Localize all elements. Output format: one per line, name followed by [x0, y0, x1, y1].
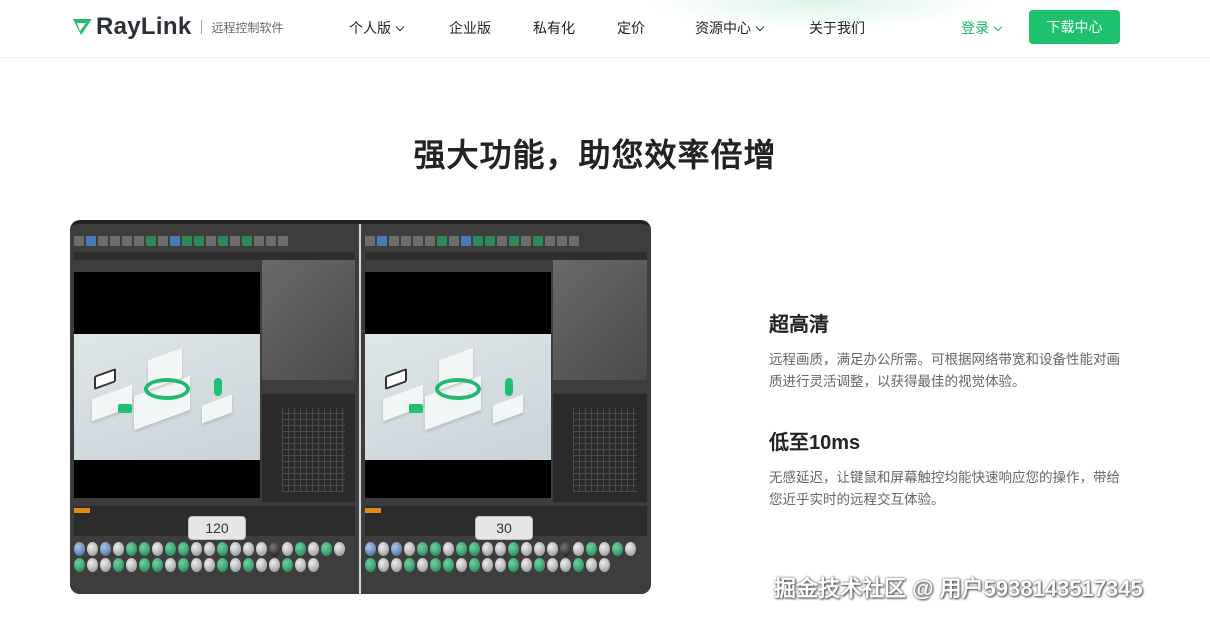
menu-item-label: 关于我们 [809, 20, 865, 36]
logo-separator [201, 20, 203, 34]
chat-icon [409, 404, 423, 413]
menu-item-about[interactable]: 关于我们 [809, 18, 865, 38]
section-heading: 强大功能，助您效率倍增 [413, 137, 777, 173]
menu-item-enterprise[interactable]: 企业版 [449, 18, 491, 38]
render-viewport [74, 272, 260, 498]
feature-desc-hd: 远程画质，满足办公所需。可根据网络带宽和设备性能对画质进行灵活调整，以获得最佳的… [769, 352, 1120, 389]
chat-icon [118, 404, 132, 413]
render-scene [74, 334, 260, 460]
menu-item-label: 私有化 [533, 20, 575, 36]
render-viewport [365, 272, 551, 498]
menu-item-private[interactable]: 私有化 [533, 18, 575, 38]
menu-item-label: 个人版 [349, 20, 391, 36]
laptop-icon [94, 367, 116, 391]
fps-label-right: 30 [475, 516, 533, 540]
fps-label-left: 120 [188, 516, 246, 540]
material-swatches [74, 542, 355, 572]
app-toolbar [365, 236, 647, 248]
feature-title-latency: 低至10ms [769, 432, 861, 454]
login-button[interactable]: 登录 [961, 18, 1003, 38]
comparison-pane-left: 120 [70, 224, 359, 594]
menu-item-label: 资源中心 [695, 20, 751, 36]
comparison-pane-right: 30 [361, 224, 651, 594]
logo-subtitle: 远程控制软件 [211, 20, 284, 35]
app-toolbar [74, 236, 355, 248]
raylink-logo-icon [72, 17, 94, 37]
menu-item-pricing[interactable]: 定价 [617, 18, 645, 38]
key-icon [505, 378, 513, 396]
feature-title-hd: 超高清 [769, 314, 829, 336]
chevron-down-icon [395, 22, 405, 31]
watermark: 掘金技术社区 @ 用户5938143517345 [774, 576, 1143, 601]
menu-item-label: 定价 [617, 20, 645, 36]
download-center-button[interactable]: 下载中心 [1029, 10, 1120, 44]
feature-desc-latency: 无感延迟，让键鼠和屏幕触控均能快速响应您的操作，带给您近乎实时的远程交互体验。 [769, 470, 1120, 507]
login-label: 登录 [961, 20, 989, 36]
menu-item-personal[interactable]: 个人版 [349, 18, 405, 38]
menu-item-label: 企业版 [449, 20, 491, 36]
chevron-down-icon [993, 22, 1003, 31]
fps-comparison-image: 120 30 [70, 220, 651, 594]
chevron-down-icon [755, 22, 765, 31]
render-scene [365, 334, 551, 460]
key-icon [214, 378, 222, 396]
top-nav: RayLink 远程控制软件 个人版 企业版 私有化 定价 资源中心 关于我们 … [0, 0, 1210, 58]
logo-link[interactable]: RayLink 远程控制软件 [72, 12, 283, 42]
logo-text: RayLink [96, 13, 192, 40]
menu-item-resources[interactable]: 资源中心 [695, 18, 765, 38]
material-swatches [365, 542, 647, 572]
laptop-icon [385, 367, 407, 391]
